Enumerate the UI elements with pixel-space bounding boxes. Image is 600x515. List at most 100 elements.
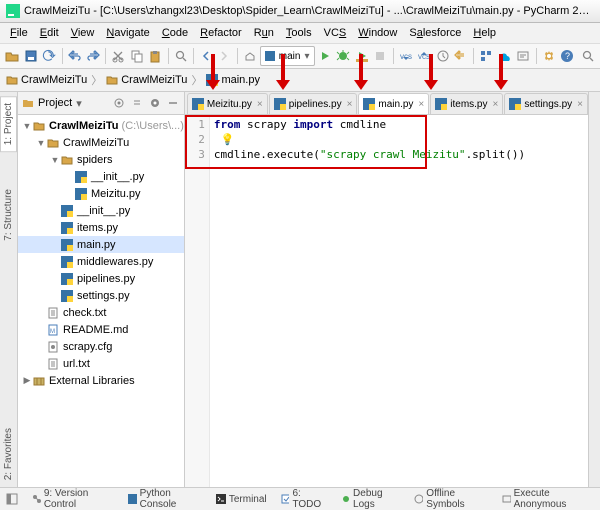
build-button[interactable] — [241, 45, 258, 67]
menu-refactor[interactable]: Refactor — [194, 25, 248, 41]
save-button[interactable] — [23, 45, 40, 67]
tree-node[interactable]: Meizitu.py — [18, 185, 184, 202]
editor-area: Meizitu.py×pipelines.py×main.py×items.py… — [185, 92, 588, 487]
intention-bulb-icon[interactable]: 💡 — [221, 133, 235, 146]
menu-tools[interactable]: Tools — [280, 25, 318, 41]
undo-button[interactable] — [66, 45, 83, 67]
right-tool-gutter — [588, 92, 600, 487]
open-button[interactable] — [4, 45, 21, 67]
code-content[interactable]: from scrapy import cmdline 💡 cmdline.exe… — [210, 115, 588, 487]
run-config-label: main — [279, 51, 301, 62]
status-terminal[interactable]: Terminal — [216, 494, 267, 505]
coverage-button[interactable] — [354, 45, 371, 67]
anon-button[interactable] — [515, 45, 532, 67]
tool-tab-project[interactable]: 1: Project — [0, 96, 17, 152]
editor-tab[interactable]: settings.py× — [504, 93, 588, 114]
menu-salesforce[interactable]: Salesforce — [403, 25, 467, 41]
menu-window[interactable]: Window — [352, 25, 403, 41]
close-icon[interactable]: × — [257, 99, 263, 110]
txt-icon — [46, 306, 60, 320]
menu-vcs[interactable]: VCS — [318, 25, 353, 41]
tree-node[interactable]: ▼spiders — [18, 151, 184, 168]
tree-label: __init__.py — [91, 171, 144, 183]
tree-node[interactable]: ▼CrawlMeiziTu — [18, 134, 184, 151]
settings-button[interactable] — [540, 45, 557, 67]
tree-node[interactable]: middlewares.py — [18, 253, 184, 270]
close-icon[interactable]: × — [418, 99, 424, 110]
run-button[interactable] — [317, 45, 334, 67]
tree-node[interactable]: check.txt — [18, 304, 184, 321]
gear-icon[interactable] — [148, 96, 162, 110]
tree-node[interactable]: settings.py — [18, 287, 184, 304]
tree-node[interactable]: pipelines.py — [18, 270, 184, 287]
chevron-down-icon[interactable]: ▾ — [76, 97, 82, 110]
status-todo[interactable]: 6: TODO — [281, 488, 328, 510]
vcs-commit-button[interactable]: vcs — [416, 45, 433, 67]
menu-help[interactable]: Help — [467, 25, 502, 41]
crumb-root[interactable]: CrawlMeiziTu — [6, 74, 87, 86]
tool-window-button[interactable] — [6, 493, 18, 505]
crumb-label: CrawlMeiziTu — [121, 74, 187, 86]
help-button[interactable]: ? — [559, 45, 576, 67]
tree-root[interactable]: ▼ CrawlMeiziTu (C:\Users\...) — [18, 117, 184, 134]
close-icon[interactable]: × — [577, 99, 583, 110]
tree-node[interactable]: main.py — [18, 236, 184, 253]
project-panel-header: Project ▾ — [18, 92, 184, 115]
find-button[interactable] — [172, 45, 189, 67]
window-title: CrawlMeiziTu - [C:\Users\zhangxl23\Deskt… — [24, 5, 594, 17]
run-config-combo[interactable]: main ▾ — [260, 46, 315, 66]
tree-node[interactable]: url.txt — [18, 355, 184, 372]
status-debug-logs[interactable]: Debug Logs — [341, 488, 400, 510]
py-icon — [60, 204, 74, 218]
status-execute-anon[interactable]: Execute Anonymous — [502, 488, 594, 510]
status-offline-symbols[interactable]: Offline Symbols — [414, 488, 487, 510]
crumb-file[interactable]: main.py — [206, 74, 260, 86]
status-python-console[interactable]: Python Console — [128, 488, 202, 510]
tree-node[interactable]: __init__.py — [18, 168, 184, 185]
debug-button[interactable] — [335, 45, 352, 67]
menu-navigate[interactable]: Navigate — [100, 25, 155, 41]
editor-tab[interactable]: items.py× — [430, 93, 503, 114]
editor-tab[interactable]: main.py× — [358, 93, 429, 114]
back-button[interactable] — [198, 45, 215, 67]
tree-node[interactable]: MREADME.md — [18, 321, 184, 338]
sfdc-button[interactable] — [497, 45, 514, 67]
menu-run[interactable]: Run — [248, 25, 280, 41]
status-version-control[interactable]: 9: Version Control — [32, 488, 114, 510]
crumb-pkg[interactable]: CrawlMeiziTu — [106, 74, 187, 86]
project-header-label[interactable]: Project — [38, 97, 72, 109]
editor-tab[interactable]: Meizitu.py × — [187, 93, 268, 114]
paste-button[interactable] — [147, 45, 164, 67]
menu-file[interactable]: File — [4, 25, 34, 41]
menu-view[interactable]: View — [65, 25, 101, 41]
py-icon — [60, 289, 74, 303]
hide-button[interactable] — [166, 96, 180, 110]
vcs-update-button[interactable]: vcs — [397, 45, 414, 67]
tree-external-libs[interactable]: ▶ External Libraries — [18, 372, 184, 389]
close-icon[interactable]: × — [347, 99, 353, 110]
vcs-revert-button[interactable] — [453, 45, 470, 67]
cut-button[interactable] — [110, 45, 127, 67]
forward-button[interactable] — [216, 45, 233, 67]
editor-tab[interactable]: pipelines.py× — [269, 93, 358, 114]
redo-button[interactable] — [85, 45, 102, 67]
search-everywhere-button[interactable] — [579, 45, 596, 67]
tree-node[interactable]: __init__.py — [18, 202, 184, 219]
tool-tab-favorites[interactable]: 2: Favorites — [0, 421, 17, 487]
menu-edit[interactable]: Edit — [34, 25, 65, 41]
copy-button[interactable] — [129, 45, 146, 67]
tree-node[interactable]: items.py — [18, 219, 184, 236]
stop-button[interactable] — [372, 45, 389, 67]
tool-tab-structure[interactable]: 7: Structure — [0, 182, 17, 248]
tree-node[interactable]: scrapy.cfg — [18, 338, 184, 355]
menu-code[interactable]: Code — [156, 25, 194, 41]
scroll-from-source-button[interactable] — [112, 96, 126, 110]
code-editor[interactable]: 123 from scrapy import cmdline 💡 cmdline… — [185, 115, 588, 487]
structure-button[interactable] — [478, 45, 495, 67]
vcs-history-button[interactable] — [434, 45, 451, 67]
close-icon[interactable]: × — [493, 99, 499, 110]
sync-button[interactable] — [41, 45, 58, 67]
tab-label: Meizitu.py — [207, 99, 252, 110]
project-tree[interactable]: ▼ CrawlMeiziTu (C:\Users\...) ▼CrawlMeiz… — [18, 115, 184, 487]
collapse-all-button[interactable] — [130, 96, 144, 110]
